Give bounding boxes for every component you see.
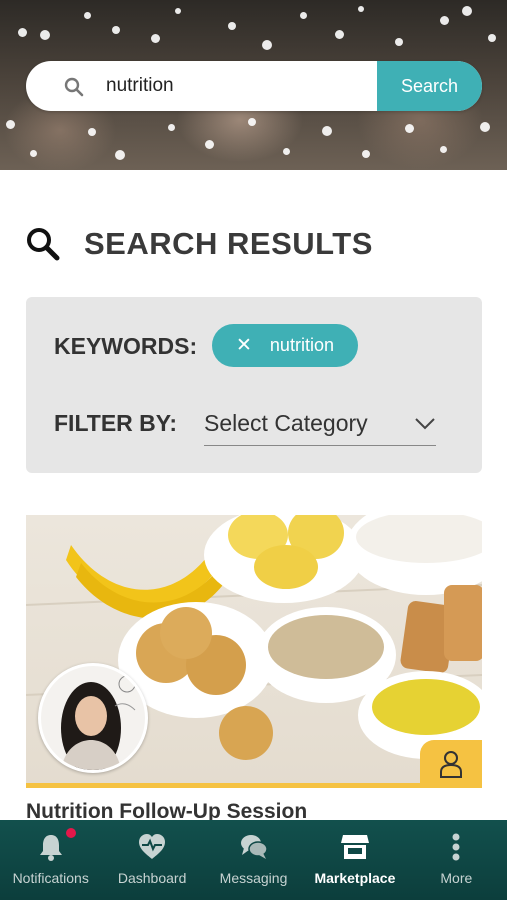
category-select-value: Select Category	[204, 410, 368, 436]
nav-label: Marketplace	[314, 870, 396, 886]
chevron-down-icon	[415, 417, 435, 429]
keyword-chip-label: nutrition	[269, 335, 334, 355]
bell-icon	[39, 835, 62, 861]
search-bar: Search	[26, 61, 482, 111]
nav-label: More	[440, 870, 473, 886]
nav-item-messaging[interactable]: Messaging	[203, 820, 304, 900]
search-button[interactable]: Search	[377, 61, 482, 111]
remove-keyword-icon[interactable]: ✕	[236, 334, 252, 357]
nav-label: Messaging	[219, 870, 288, 886]
bottom-nav: Notifications Dashboard Messaging Market…	[0, 820, 507, 900]
nav-label: Dashboard	[117, 870, 187, 886]
nav-item-more[interactable]: More	[406, 820, 507, 900]
keyword-chip[interactable]: ✕ nutrition	[212, 324, 358, 367]
avatar	[38, 663, 148, 773]
nav-label: Notifications	[12, 870, 89, 886]
more-vertical-icon	[452, 833, 460, 861]
nav-item-dashboard[interactable]: Dashboard	[101, 820, 202, 900]
heart-pulse-icon	[139, 834, 166, 859]
result-card[interactable]: Nutrition Follow-Up Session	[26, 515, 482, 823]
filter-panel: KEYWORDS: ✕ nutrition FILTER BY: Select …	[26, 297, 482, 473]
search-icon	[64, 77, 84, 97]
nav-item-marketplace[interactable]: Marketplace	[304, 820, 405, 900]
nav-item-notifications[interactable]: Notifications	[0, 820, 101, 900]
card-image	[26, 515, 482, 785]
provider-badge[interactable]	[420, 740, 482, 788]
card-accent-bar	[26, 783, 482, 788]
search-input[interactable]	[106, 71, 396, 101]
filter-by-label: FILTER BY:	[54, 410, 178, 436]
notification-badge	[66, 828, 76, 838]
storefront-icon	[340, 835, 369, 859]
search-results-icon	[27, 228, 60, 261]
chat-bubbles-icon	[240, 835, 268, 859]
hero-banner: Search	[0, 0, 507, 170]
category-select[interactable]: Select Category	[204, 402, 436, 446]
user-outline-icon	[440, 751, 462, 778]
keywords-label: KEYWORDS:	[54, 333, 198, 359]
page-title: SEARCH RESULTS	[84, 226, 373, 261]
search-results-header: SEARCH RESULTS	[26, 222, 373, 266]
